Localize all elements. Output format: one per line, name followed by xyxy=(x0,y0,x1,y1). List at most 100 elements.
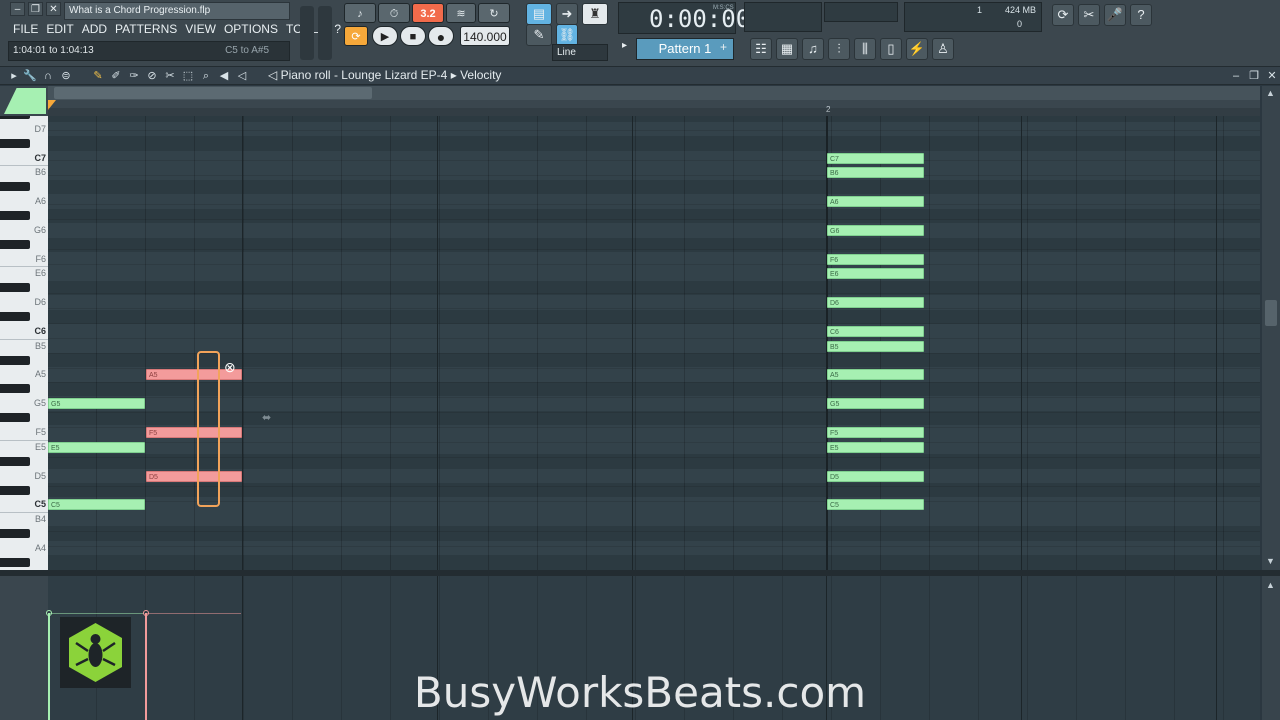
plugin-icon[interactable]: ⚡ xyxy=(906,38,928,60)
note-f5[interactable]: F5 xyxy=(827,427,924,439)
browser-icon[interactable]: ▯ xyxy=(880,38,902,60)
black-key[interactable] xyxy=(0,355,30,365)
note-b6[interactable]: B6 xyxy=(827,167,924,179)
note-grid[interactable]: G5 E5 C5 A5 F5 D5 C7 B6 A6 G6 F6 E6 D6 C6 B5 A5 G5 F5 E5 D5… xyxy=(48,107,1260,599)
mute-icon[interactable]: ⊘ xyxy=(144,68,160,84)
mixer-icon[interactable]: ⫶ xyxy=(828,38,850,60)
arrow-right-icon[interactable]: ➜ xyxy=(556,3,578,25)
breadcrumb-velocity[interactable]: Velocity xyxy=(460,68,501,82)
window-minimize-icon[interactable]: ‒ xyxy=(1228,68,1244,84)
breadcrumb-instrument[interactable]: Lounge Lizard EP-4 xyxy=(341,68,447,82)
microphone-icon[interactable]: 🎤 xyxy=(1104,4,1126,26)
note-e6[interactable]: E6 xyxy=(827,268,924,280)
black-key[interactable] xyxy=(0,528,30,538)
playlist-icon[interactable]: ☷ xyxy=(750,38,772,60)
snap-select[interactable]: Line xyxy=(552,44,608,61)
play-button[interactable]: ▶ xyxy=(372,26,398,46)
pattern-add-icon[interactable]: + xyxy=(720,40,732,58)
minimize-icon[interactable]: ‒ xyxy=(10,2,25,16)
tools-icon[interactable]: ✂ xyxy=(1078,4,1100,26)
note-a6[interactable]: A6 xyxy=(827,196,924,208)
help-icon[interactable]: ? xyxy=(1130,4,1152,26)
performance-icon[interactable]: ♙ xyxy=(932,38,954,60)
menu-view[interactable]: VIEW xyxy=(184,21,217,37)
black-key[interactable] xyxy=(0,182,30,192)
time-display-panel[interactable]: 0:00:00 M:S:CS xyxy=(618,2,750,34)
pen-icon[interactable]: ✎ xyxy=(526,24,552,46)
magnet-icon[interactable]: ∩ xyxy=(40,68,56,84)
close-icon[interactable]: ✕ xyxy=(46,2,61,16)
countdown-button[interactable]: ≋ xyxy=(446,3,476,23)
wait-input-button[interactable]: ⏱ xyxy=(378,3,410,23)
horizontal-scroll-thumb[interactable] xyxy=(54,87,372,99)
black-key[interactable] xyxy=(0,138,30,148)
piano-roll-icon[interactable]: ♫ xyxy=(802,38,824,60)
note-c5[interactable]: C5 xyxy=(827,499,924,511)
scroll-down-icon[interactable]: ▼ xyxy=(1266,556,1275,566)
note-d5[interactable]: D5 xyxy=(146,470,242,482)
note-b5[interactable]: B5 xyxy=(827,340,924,352)
pencil-icon[interactable]: ✎ xyxy=(90,68,106,84)
selection-box[interactable] xyxy=(197,351,220,508)
note-f6[interactable]: F6 xyxy=(827,253,924,265)
vertical-scroll-thumb[interactable] xyxy=(1265,300,1277,326)
note-c6[interactable]: C6 xyxy=(827,326,924,338)
vertical-scrollbar[interactable]: ▲ ▼ xyxy=(1262,86,1280,572)
pattern-song-toggle[interactable]: ⟳ xyxy=(344,26,368,46)
black-key[interactable] xyxy=(0,413,30,423)
wrench-icon[interactable]: 🔧 xyxy=(22,68,38,84)
pattern-prev-icon[interactable]: ▸ xyxy=(622,40,632,58)
note-d5[interactable]: D5 xyxy=(827,470,924,482)
mixer-sliders-icon[interactable]: ⫼ xyxy=(854,38,876,60)
note-g5[interactable]: G5 xyxy=(827,398,924,410)
stop-button[interactable]: ■ xyxy=(400,26,426,46)
scroll-up-icon[interactable]: ▲ xyxy=(1266,88,1275,98)
loop-icon[interactable]: ⊜ xyxy=(58,68,74,84)
black-key[interactable] xyxy=(0,456,30,466)
black-key[interactable] xyxy=(0,312,30,322)
select-icon[interactable]: ⬚ xyxy=(180,68,196,84)
breadcrumb-piano-roll[interactable]: Piano roll xyxy=(281,68,331,82)
speaker-icon[interactable]: ◁ xyxy=(234,68,250,84)
black-key[interactable] xyxy=(0,240,30,250)
menu-file[interactable]: FILE xyxy=(12,21,39,37)
metronome-button[interactable]: ♪ xyxy=(344,3,376,23)
piano-keyboard[interactable]: D7 C7 B6 A6 G6 F6 E6 D6 C6 B5 A5 G5 F5 E5 D5 C5 B4 A4 xyxy=(0,116,48,570)
note-g6[interactable]: G6 xyxy=(827,225,924,237)
note-e5[interactable]: E5 xyxy=(827,441,924,453)
note-c7[interactable]: C7 xyxy=(827,152,924,164)
brush-icon[interactable]: ✐ xyxy=(108,68,124,84)
link-icon[interactable]: ⛓ xyxy=(556,24,578,46)
channel-rack-icon[interactable]: ▦ xyxy=(776,38,798,60)
velocity-scroll-up-icon[interactable]: ▲ xyxy=(1266,580,1275,590)
menu-edit[interactable]: EDIT xyxy=(45,21,74,37)
note-d6[interactable]: D6 xyxy=(827,297,924,309)
black-key[interactable] xyxy=(0,485,30,495)
master-pitch-slider[interactable] xyxy=(318,6,332,60)
horizontal-scrollbar[interactable] xyxy=(48,86,1260,100)
note-c5[interactable]: C5 xyxy=(48,499,145,511)
menu-patterns[interactable]: PATTERNS xyxy=(114,21,178,37)
black-key[interactable] xyxy=(0,384,30,394)
menu-arrow-icon[interactable]: ▸ xyxy=(6,68,22,84)
delete-icon[interactable]: ✑ xyxy=(126,68,142,84)
note-e5[interactable]: E5 xyxy=(48,441,145,453)
window-close-icon[interactable]: ✕ xyxy=(1264,68,1280,84)
window-maximize-icon[interactable]: ❐ xyxy=(1246,68,1262,84)
menu-options[interactable]: OPTIONS xyxy=(223,21,279,37)
hat-icon[interactable]: ♜ xyxy=(582,3,608,25)
online-refresh-icon[interactable]: ⟳ xyxy=(1052,4,1074,26)
zoom-icon[interactable]: ⌕ xyxy=(198,68,214,84)
tempo-display[interactable]: 140.000 xyxy=(460,26,510,46)
restore-icon[interactable]: ❐ xyxy=(28,2,43,16)
black-key[interactable] xyxy=(0,211,30,221)
menu-add[interactable]: ADD xyxy=(81,21,108,37)
master-volume-slider[interactable] xyxy=(300,6,314,60)
typing-keyboard-icon[interactable]: ▤ xyxy=(526,3,552,25)
note-f5[interactable]: F5 xyxy=(146,427,242,439)
step-display[interactable]: 3.2 xyxy=(412,3,444,23)
playback-icon[interactable]: ◀ xyxy=(216,68,232,84)
note-a5[interactable]: A5 xyxy=(827,369,924,381)
black-key[interactable] xyxy=(0,557,30,567)
note-g5[interactable]: G5 xyxy=(48,398,145,410)
